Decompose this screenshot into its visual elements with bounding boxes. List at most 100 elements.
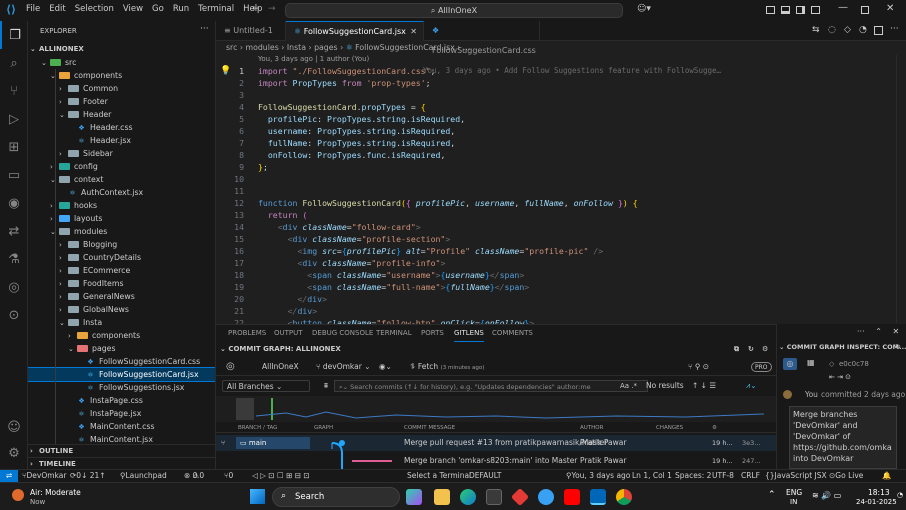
status-problems[interactable]: ⊗ 0 ⚠ 0 bbox=[184, 470, 204, 482]
notifications-icon[interactable]: 🔔 bbox=[882, 470, 891, 482]
graph-row[interactable]: ⑂ ▭ main Merge pull request #13 from pra… bbox=[216, 435, 776, 451]
settings-icon[interactable]: ⚙ bbox=[762, 342, 768, 356]
more-icon[interactable]: ··· bbox=[857, 327, 865, 336]
gitlens-icon[interactable]: ◉ bbox=[0, 189, 28, 217]
status-golive[interactable]: ⊙ Go Live bbox=[829, 470, 863, 482]
code-line[interactable]: 19 <span className="full-name">{fullName… bbox=[216, 281, 896, 293]
code-line[interactable]: 10 bbox=[216, 173, 896, 185]
menu-edit[interactable]: Edit bbox=[49, 4, 65, 14]
panel-tab-ports[interactable]: PORTS bbox=[421, 325, 444, 342]
status-launchpad[interactable]: ⚲ Launchpad bbox=[120, 470, 167, 482]
notification-bell-icon[interactable]: ◔ bbox=[897, 491, 903, 499]
inspect-tab-files[interactable]: ▦ bbox=[807, 358, 815, 367]
explorer-icon[interactable]: ❐ bbox=[0, 21, 28, 49]
app-red-icon[interactable] bbox=[510, 487, 530, 507]
menu-run[interactable]: Run bbox=[173, 4, 189, 14]
col-author[interactable]: AUTHOR bbox=[580, 423, 603, 433]
tree-item[interactable]: ⚛ FollowSuggestions.jsx bbox=[28, 381, 215, 394]
nav-back-icon[interactable]: ← bbox=[252, 4, 260, 14]
tree-item[interactable]: › GeneralNews bbox=[28, 290, 215, 303]
menu-file[interactable]: File bbox=[26, 4, 40, 14]
refresh-icon[interactable]: ↻ bbox=[748, 342, 754, 356]
code-line[interactable]: 20 </div> bbox=[216, 293, 896, 305]
tree-item[interactable]: ⚛ Header.jsx bbox=[28, 134, 215, 147]
fetch-button[interactable]: ⥮ Fetch (3 minutes ago) bbox=[410, 358, 484, 377]
tree-item[interactable]: › layouts bbox=[28, 212, 215, 225]
tree-item[interactable]: ⌄ modules bbox=[28, 225, 215, 238]
toggle-sidebar-icon[interactable] bbox=[766, 6, 775, 14]
tree-item[interactable]: › ECommerce bbox=[28, 264, 215, 277]
breadcrumb-modules[interactable]: modules bbox=[245, 43, 278, 52]
code-line[interactable]: 13 return ( bbox=[216, 209, 896, 221]
code-line[interactable]: 7 fullName: PropTypes.string.isRequired, bbox=[216, 137, 896, 149]
timeline-view-icon[interactable]: ⊙ bbox=[0, 301, 28, 329]
filter-icon[interactable]: ⩩ bbox=[324, 377, 328, 395]
tree-item[interactable]: › Sidebar bbox=[28, 147, 215, 160]
store-icon[interactable] bbox=[486, 489, 502, 505]
tree-item[interactable]: ⚛ AuthContext.jsx bbox=[28, 186, 215, 199]
col-message[interactable]: COMMIT MESSAGE bbox=[404, 423, 455, 433]
tree-item[interactable]: ⌄ src bbox=[28, 56, 215, 69]
tree-item[interactable]: › components bbox=[28, 329, 215, 342]
weather-title[interactable]: Air: Moderate bbox=[30, 488, 81, 497]
code-line[interactable]: 9}; bbox=[216, 161, 896, 173]
tree-item[interactable]: ❖ MainContent.css bbox=[28, 420, 215, 433]
tree-item[interactable]: › CountryDetails bbox=[28, 251, 215, 264]
minimize-icon[interactable]: — bbox=[838, 2, 848, 13]
inspect-actions[interactable]: ⇤ ⇥ ⊙ bbox=[829, 373, 851, 381]
extensions-icon[interactable]: ⊞ bbox=[0, 133, 28, 161]
visibility-icon[interactable]: ◉⌄ bbox=[379, 358, 392, 376]
tree-item[interactable]: › FoodItems bbox=[28, 277, 215, 290]
source-control-icon[interactable]: ⑂ bbox=[0, 77, 28, 105]
graph-action-icons[interactable]: ⑂ ⚲ ⊙ bbox=[688, 358, 709, 376]
branches-dropdown[interactable]: All Branches ⌄ bbox=[222, 380, 310, 392]
code-editor[interactable]: 1 import "./FollowSuggestionCard.css"; You… bbox=[216, 65, 896, 333]
status-blame[interactable]: ⚲ You, 3 days ago bbox=[566, 470, 630, 482]
search-view-icon[interactable]: ⌕ bbox=[0, 49, 28, 77]
tree-item[interactable]: › config bbox=[28, 160, 215, 173]
status-language[interactable]: {} JavaScript JSX bbox=[765, 470, 827, 482]
status-sync[interactable]: ⟳ 0↓ 21↑ bbox=[70, 470, 106, 482]
editor-more-icon[interactable]: ··· bbox=[890, 24, 899, 34]
col-changes[interactable]: CHANGES bbox=[656, 423, 683, 433]
tree-item[interactable]: ⌄ components bbox=[28, 69, 215, 82]
graph-row[interactable]: Merge branch 'omkar-s8203:main' into Mas… bbox=[216, 453, 776, 469]
commit-sha[interactable]: e0c0c78 bbox=[839, 360, 869, 368]
breadcrumb-insta[interactable]: Insta bbox=[287, 43, 306, 52]
tree-item[interactable]: › Blogging bbox=[28, 238, 215, 251]
open-changes-icon[interactable]: ◇ bbox=[844, 25, 851, 35]
maximize-panel-icon[interactable]: ⌃ bbox=[875, 327, 882, 336]
branch-tag[interactable]: ▭ main bbox=[236, 437, 310, 449]
customize-layout-icon[interactable] bbox=[811, 6, 820, 14]
panel-tab-debug-console[interactable]: DEBUG CONSOLE bbox=[312, 325, 373, 342]
lightbulb-icon[interactable]: 💡 bbox=[220, 66, 231, 76]
tree-item[interactable]: ⌄ Header bbox=[28, 108, 215, 121]
maximize-icon[interactable] bbox=[861, 6, 869, 14]
command-center[interactable]: ⌕ AllInOneX bbox=[285, 3, 623, 18]
repo-picker[interactable]: AllInOneX bbox=[262, 358, 299, 376]
result-nav-icons[interactable]: ↑ ↓ ☰ bbox=[692, 377, 716, 395]
tree-item[interactable]: ⌄ context bbox=[28, 173, 215, 186]
go-live-icon[interactable]: ◔ bbox=[859, 25, 867, 35]
menu-selection[interactable]: Selection bbox=[75, 4, 114, 14]
tree-item[interactable]: ❖ FollowSuggestionCard.css bbox=[28, 355, 215, 368]
panel-tab-output[interactable]: OUTPUT bbox=[274, 325, 303, 342]
edge-icon[interactable] bbox=[460, 489, 476, 505]
inspect-tab-active[interactable]: ◎ bbox=[783, 358, 797, 370]
tree-item[interactable]: ❖ Header.css bbox=[28, 121, 215, 134]
status-eol[interactable]: CRLF bbox=[741, 470, 760, 482]
status-branch[interactable]: ⑂ DevOmkar bbox=[22, 470, 66, 482]
tree-item[interactable]: › Footer bbox=[28, 95, 215, 108]
chrome-blue-icon[interactable] bbox=[538, 489, 554, 505]
inspect-refresh-icon[interactable]: ↻ bbox=[895, 343, 901, 351]
code-line[interactable]: 16 <img src={profilePic} alt="Profile" c… bbox=[216, 245, 896, 257]
tree-item[interactable]: ❖ InstaPage.css bbox=[28, 394, 215, 407]
breadcrumb-symbol[interactable]: ... bbox=[463, 43, 470, 52]
github-icon[interactable]: ◎ bbox=[0, 273, 28, 301]
menu-terminal[interactable]: Terminal bbox=[198, 4, 234, 14]
testing-icon[interactable]: ⚗ bbox=[0, 245, 28, 273]
panel-tab-problems[interactable]: PROBLEMS bbox=[228, 325, 266, 342]
nav-forward-icon[interactable]: → bbox=[268, 4, 276, 14]
col-branch[interactable]: BRANCH / TAG bbox=[238, 423, 277, 433]
breadcrumb-pages[interactable]: pages bbox=[314, 43, 338, 52]
